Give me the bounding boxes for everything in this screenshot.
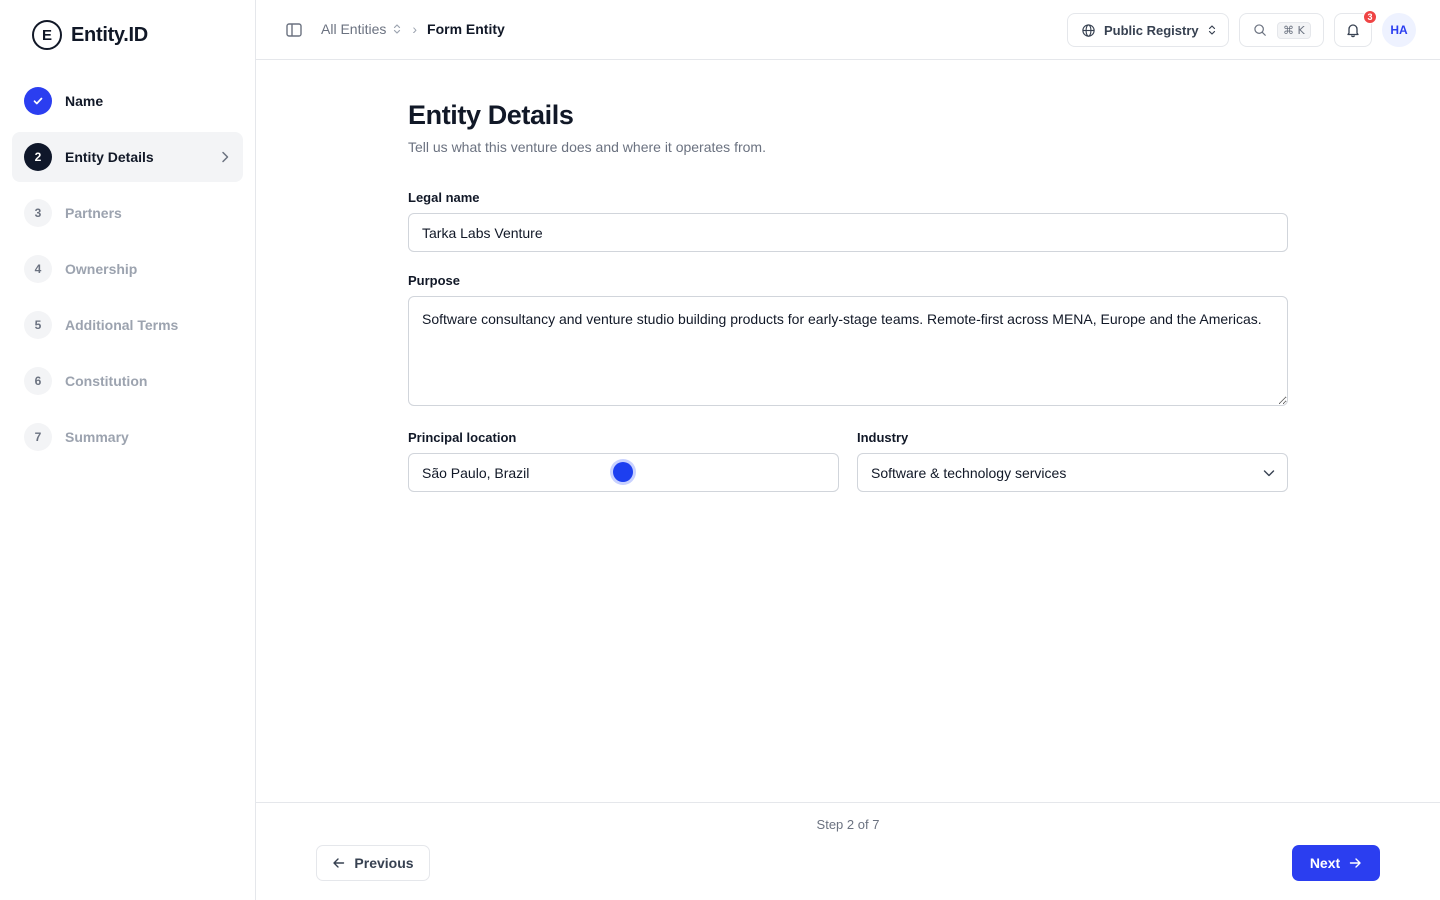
breadcrumb-current: Form Entity (427, 21, 505, 37)
cursor-indicator (613, 462, 633, 482)
check-icon (24, 87, 52, 115)
keyboard-shortcut: ⌘ K (1277, 21, 1311, 39)
step-label: Summary (65, 429, 129, 445)
breadcrumb: All Entities › Form Entity (321, 21, 505, 37)
notification-count-badge: 3 (1363, 10, 1377, 24)
chevron-up-down-icon (394, 24, 401, 34)
entity-details-form: Entity Details Tell us what this venture… (408, 100, 1288, 492)
step-indicator: Step 2 of 7 (816, 817, 880, 832)
step-label: Constitution (65, 373, 148, 389)
public-registry-button[interactable]: Public Registry (1067, 13, 1229, 47)
step-constitution[interactable]: 6 Constitution (12, 356, 243, 406)
step-number: 4 (24, 255, 52, 283)
page-title: Entity Details (408, 100, 574, 130)
next-label: Next (1309, 855, 1341, 871)
step-additional-terms[interactable]: 5 Additional Terms (12, 300, 243, 350)
step-number: 7 (24, 423, 52, 451)
logo-mark: E (32, 20, 62, 50)
top-header: All Entities › Form Entity Public Regist… (256, 0, 1440, 60)
principal-location-label: Principal location (408, 430, 517, 445)
sidebar-toggle-icon[interactable] (284, 20, 304, 40)
step-summary[interactable]: 7 Summary (12, 412, 243, 462)
step-label: Ownership (65, 261, 138, 277)
globe-icon (1082, 23, 1095, 37)
app-name: Entity.ID (71, 23, 148, 46)
search-button[interactable]: ⌘ K (1239, 13, 1324, 47)
industry-selected-value: Software & technology services (871, 464, 1067, 481)
notifications-button[interactable]: 3 (1334, 10, 1377, 47)
chevron-up-down-icon (1208, 25, 1215, 35)
industry-label: Industry (857, 430, 909, 445)
previous-label: Previous (354, 855, 414, 871)
step-label: Additional Terms (65, 317, 179, 333)
arrow-right-icon (1349, 858, 1361, 868)
page-subtitle: Tell us what this venture does and where… (408, 139, 766, 155)
arrow-left-icon (333, 858, 345, 868)
step-number: 2 (24, 143, 52, 171)
legal-name-label: Legal name (408, 190, 480, 205)
step-label: Entity Details (65, 149, 154, 165)
step-partners[interactable]: 3 Partners (12, 188, 243, 238)
user-avatar[interactable]: HA (1382, 13, 1416, 47)
purpose-textarea[interactable]: Software consultancy and venture studio … (408, 296, 1288, 406)
logo[interactable]: E Entity.ID (32, 20, 148, 50)
industry-select[interactable]: Software & technology services (857, 453, 1288, 492)
step-ownership[interactable]: 4 Ownership (12, 244, 243, 294)
next-button[interactable]: Next (1292, 845, 1380, 881)
sidebar: E Entity.ID Name 2 Entity Details 3 Part… (0, 0, 256, 900)
legal-name-input[interactable] (408, 213, 1288, 252)
form-footer: Step 2 of 7 Previous Next (256, 802, 1440, 900)
stepper-nav: Name 2 Entity Details 3 Partners 4 Owner… (12, 76, 243, 468)
step-label: Name (65, 93, 104, 109)
bell-icon (1347, 24, 1359, 38)
chevron-right-icon (222, 151, 229, 163)
chevron-down-icon (1263, 470, 1275, 477)
breadcrumb-root-label: All Entities (321, 21, 387, 37)
step-label: Partners (65, 205, 122, 221)
step-number: 6 (24, 367, 52, 395)
step-number: 5 (24, 311, 52, 339)
search-icon (1254, 24, 1266, 36)
step-number: 3 (24, 199, 52, 227)
registry-label: Public Registry (1104, 22, 1199, 38)
purpose-label: Purpose (408, 273, 461, 288)
breadcrumb-separator: › (412, 21, 418, 37)
previous-button[interactable]: Previous (316, 845, 430, 881)
breadcrumb-all-entities[interactable]: All Entities (321, 21, 402, 37)
step-entity-details[interactable]: 2 Entity Details (12, 132, 243, 182)
step-name[interactable]: Name (12, 76, 243, 126)
